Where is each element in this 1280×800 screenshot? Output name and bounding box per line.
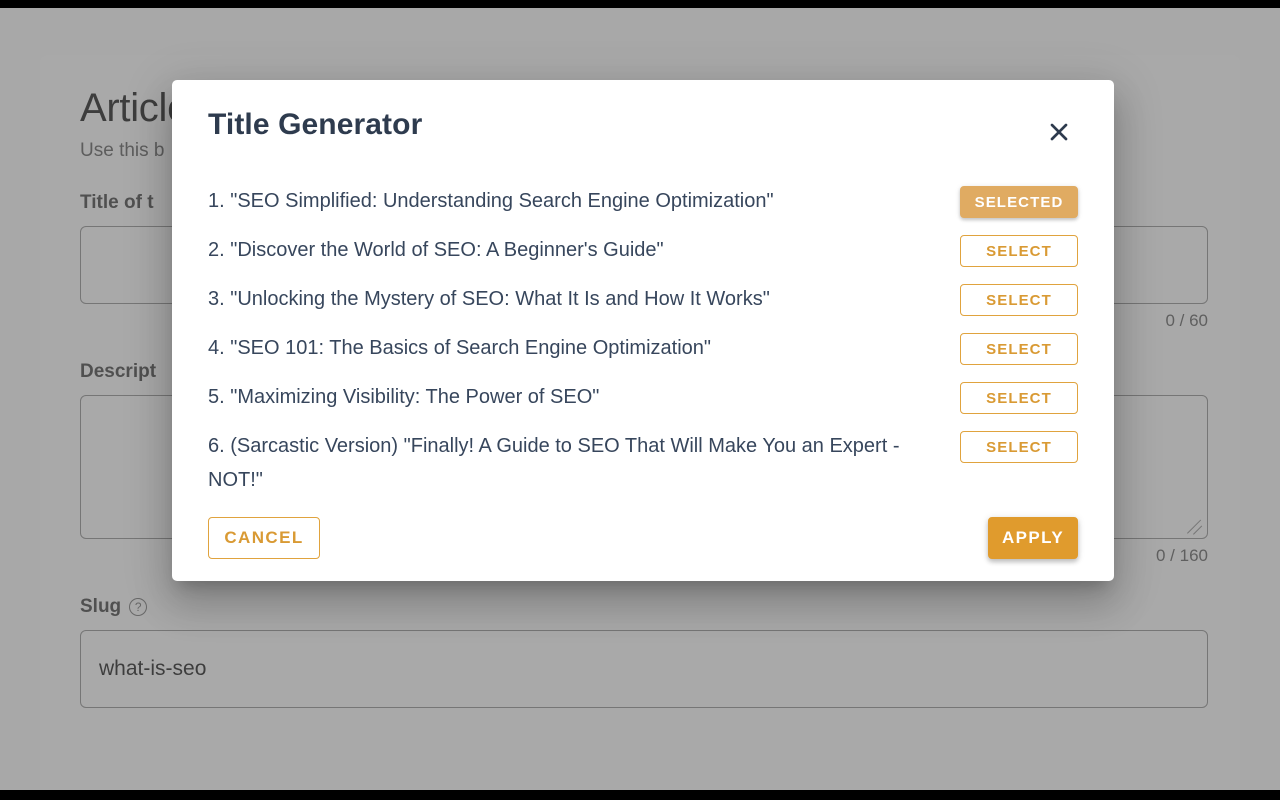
suggestion-text: 2. "Discover the World of SEO: A Beginne…: [208, 239, 664, 261]
title-generator-dialog: Title Generator 1. "SEO Simplified: Unde…: [172, 80, 1114, 581]
suggestion-row: 2. "Discover the World of SEO: A Beginne…: [208, 233, 1078, 267]
suggestion-text: 5. "Maximizing Visibility: The Power of …: [208, 386, 600, 408]
suggestion-list: 1. "SEO Simplified: Understanding Search…: [208, 184, 1078, 497]
dialog-title: Title Generator: [208, 108, 423, 141]
suggestion-row: 3. "Unlocking the Mystery of SEO: What I…: [208, 282, 1078, 316]
select-button[interactable]: SELECT: [960, 235, 1078, 267]
suggestion-text: 6. (Sarcastic Version) "Finally! A Guide…: [208, 435, 900, 491]
close-icon: [1050, 123, 1068, 141]
app-viewport: Article Use this b Title of t 0 / 60 Des…: [0, 8, 1280, 790]
suggestion-text: 4. "SEO 101: The Basics of Search Engine…: [208, 337, 711, 359]
suggestion-row: 5. "Maximizing Visibility: The Power of …: [208, 380, 1078, 414]
suggestion-row: 1. "SEO Simplified: Understanding Search…: [208, 184, 1078, 218]
dialog-footer: CANCEL APPLY: [208, 517, 1078, 559]
select-button[interactable]: SELECT: [960, 382, 1078, 414]
close-button[interactable]: [1041, 114, 1077, 150]
select-button[interactable]: SELECT: [960, 333, 1078, 365]
select-button[interactable]: SELECTED: [960, 186, 1078, 218]
select-button[interactable]: SELECT: [960, 431, 1078, 463]
suggestion-row: 4. "SEO 101: The Basics of Search Engine…: [208, 331, 1078, 365]
dialog-header: Title Generator: [208, 108, 1078, 156]
suggestion-text: 1. "SEO Simplified: Understanding Search…: [208, 190, 774, 212]
suggestion-row: 6. (Sarcastic Version) "Finally! A Guide…: [208, 429, 1078, 497]
select-button[interactable]: SELECT: [960, 284, 1078, 316]
apply-button[interactable]: APPLY: [988, 517, 1078, 559]
suggestion-text: 3. "Unlocking the Mystery of SEO: What I…: [208, 288, 770, 310]
cancel-button[interactable]: CANCEL: [208, 517, 320, 559]
